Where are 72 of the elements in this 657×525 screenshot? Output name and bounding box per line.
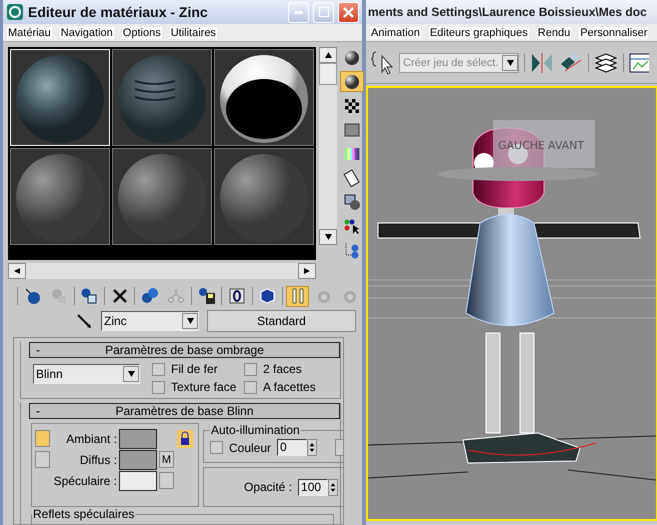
arrow-icon — [186, 318, 194, 324]
app-logo-icon — [6, 3, 24, 21]
lock-icon[interactable] — [177, 430, 193, 448]
color-label: Spéculaire : — [53, 474, 117, 488]
group-title: Reflets spéculaires — [32, 507, 136, 521]
cube-icon — [258, 287, 276, 305]
square-icon — [343, 120, 361, 138]
arrow-icon — [506, 60, 514, 66]
color-checkbox[interactable]: Couleur — [210, 440, 272, 454]
tree-icon — [167, 287, 186, 305]
option-checkbox[interactable]: Texture face — [152, 380, 244, 394]
scrollbar-thumb[interactable] — [319, 63, 337, 85]
delete-icon — [110, 287, 129, 305]
close-button[interactable] — [338, 2, 359, 22]
option-checkbox[interactable]: Fil de fer — [152, 362, 244, 376]
value-spinner[interactable]: 0 — [277, 439, 308, 456]
window-title: ments and Settings\Laurence Boissieux\Mes doc — [366, 0, 657, 24]
color-label: Diffus : — [78, 452, 117, 466]
rollout-header[interactable]: - Paramètres de base Blinn — [29, 403, 340, 419]
spheres-icon — [140, 287, 159, 305]
hierarchy-icon — [343, 240, 361, 258]
minimize-icon — [294, 10, 302, 14]
color-swatch[interactable] — [119, 470, 157, 490]
arrow-icon — [304, 268, 310, 274]
checker-icon — [343, 96, 361, 114]
horizontal-scrollbar[interactable] — [8, 263, 316, 279]
sphere-arrow-icon — [24, 287, 42, 305]
color-swatch[interactable] — [119, 428, 157, 448]
menu-item[interactable]: Rendu — [536, 26, 572, 38]
shader-dropdown[interactable]: Blinn — [33, 364, 140, 384]
side-tool-button[interactable] — [340, 71, 364, 92]
pointer-icon[interactable] — [370, 50, 394, 76]
align-icon[interactable] — [559, 52, 583, 74]
opacity-label: Opacité : — [244, 480, 292, 494]
menu-item[interactable]: Utilitaires — [170, 26, 217, 38]
arrow-icon — [14, 268, 20, 274]
option-checkbox[interactable]: A facettes — [244, 380, 334, 394]
close-icon — [343, 6, 354, 18]
spinner-arrows[interactable] — [307, 439, 318, 456]
group-title: Auto-illumination — [210, 423, 301, 437]
layers-icon[interactable] — [594, 52, 618, 74]
sphere-disk-icon — [198, 287, 216, 305]
arrow-icon — [324, 234, 332, 240]
menu-item[interactable]: Options — [122, 26, 162, 38]
spinner-arrows[interactable] — [328, 478, 338, 496]
maximize-icon — [318, 7, 328, 17]
menu-item[interactable]: Navigation — [60, 26, 114, 38]
sphere-icon — [50, 287, 68, 305]
map-button[interactable]: M — [159, 451, 174, 468]
window-title: Editeur de matériaux - Zinc — [28, 4, 209, 20]
material-type-button[interactable]: Standard — [207, 310, 356, 332]
sphere-icon — [343, 72, 361, 90]
color-swatch[interactable] — [119, 450, 157, 470]
sphere-icon — [343, 48, 361, 66]
menu-item[interactable]: Matériau — [7, 26, 52, 38]
rollout-header[interactable]: - Paramètres de base ombrage — [29, 342, 340, 358]
vertical-scrollbar[interactable] — [319, 47, 337, 245]
option-checkbox[interactable]: 2 faces — [244, 362, 334, 376]
channel-icon — [228, 287, 246, 305]
pointer-icon — [343, 216, 361, 234]
options-icon — [343, 192, 361, 210]
value-spinner[interactable]: 100 — [298, 478, 328, 496]
curve-editor-icon[interactable] — [629, 52, 649, 74]
arrow-icon — [324, 52, 332, 58]
menu-item[interactable]: Personnaliser — [579, 26, 648, 38]
menu-item[interactable]: Animation — [370, 26, 421, 38]
menu-item[interactable]: Editeurs graphiques — [428, 26, 529, 38]
arrow-icon — [128, 371, 134, 377]
mirror-icon[interactable] — [530, 52, 554, 74]
color-label: Ambiant : — [65, 432, 117, 446]
sphere-box-icon — [80, 287, 98, 305]
material-name-field[interactable]: Zinc — [101, 311, 199, 331]
